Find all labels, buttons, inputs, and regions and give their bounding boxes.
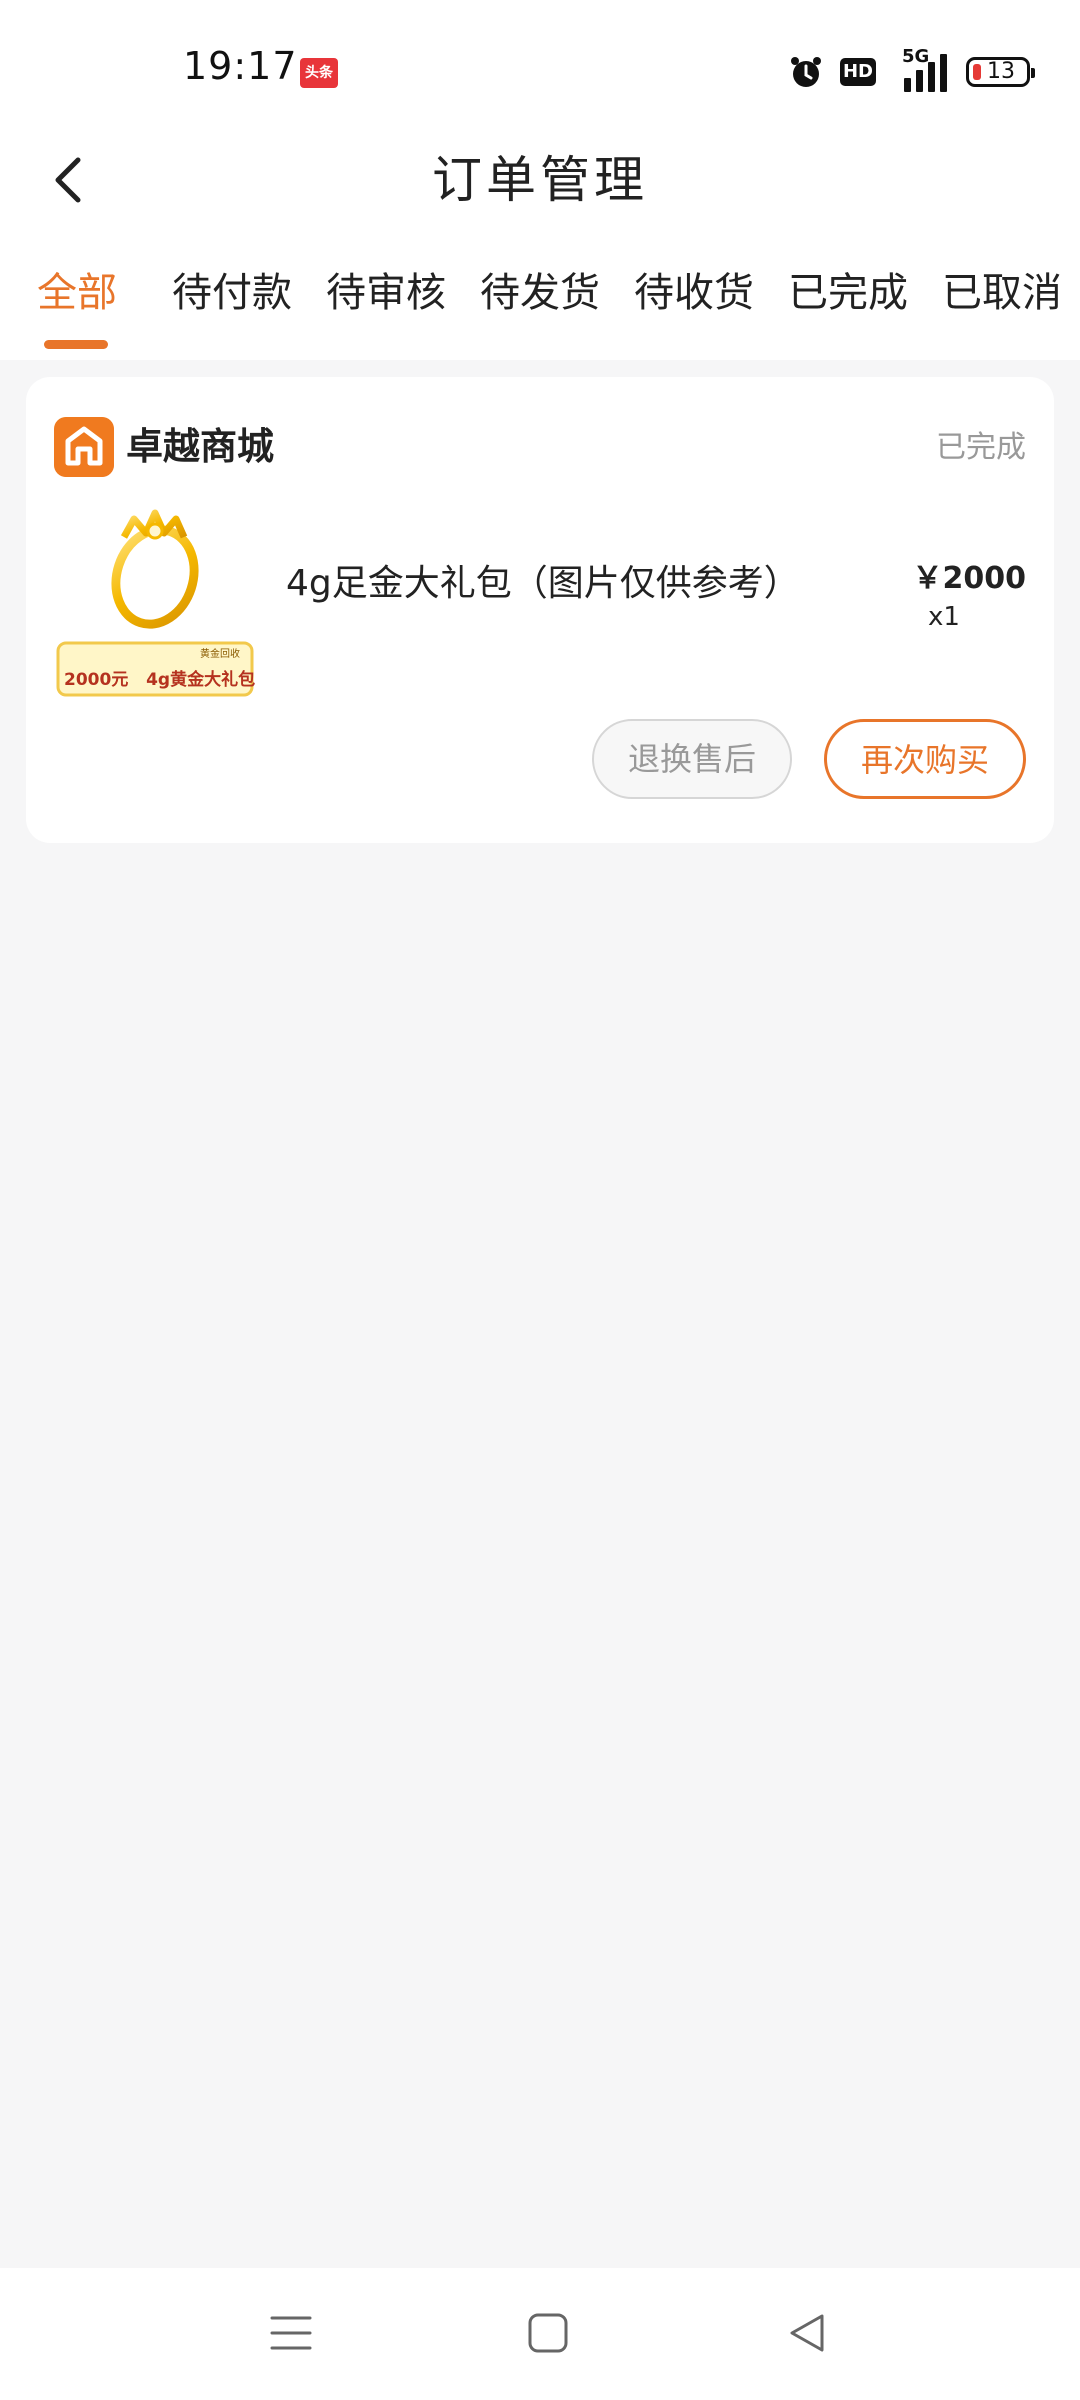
return-aftersale-button[interactable]: 退换售后 bbox=[592, 719, 792, 799]
tab-completed[interactable]: 已完成 bbox=[788, 258, 908, 328]
order-status: 已完成 bbox=[936, 430, 1026, 465]
battery-level: 13 bbox=[987, 59, 1015, 84]
thumb-caption: 2000元 4g黄金大礼包 bbox=[64, 670, 256, 690]
status-time: 19:17 bbox=[183, 44, 298, 88]
tab-pending-payment[interactable]: 待付款 bbox=[172, 258, 292, 328]
tab-all[interactable]: 全部 bbox=[37, 258, 117, 328]
back-nav-icon[interactable] bbox=[786, 2312, 828, 2354]
shop-name[interactable]: 卓越商城 bbox=[126, 421, 274, 473]
tab-pending-receipt[interactable]: 待收货 bbox=[634, 258, 754, 328]
alarm-icon bbox=[791, 57, 821, 87]
top-area: 19:17 头条 HD 5G 13 订单管理 全部 待付款 待审核 待发货 待收… bbox=[0, 0, 1080, 360]
thumb-tag: 黄金回收 bbox=[200, 649, 240, 660]
tab-pending-shipment[interactable]: 待发货 bbox=[480, 258, 600, 328]
product-price: ￥2000 bbox=[912, 561, 1027, 596]
rebuy-button[interactable]: 再次购买 bbox=[824, 719, 1026, 799]
header: 订单管理 bbox=[0, 130, 1080, 250]
product-quantity: x1 bbox=[928, 602, 960, 632]
tab-pending-review[interactable]: 待审核 bbox=[326, 258, 446, 328]
product-name[interactable]: 4g足金大礼包（图片仅供参考） bbox=[286, 559, 800, 609]
signal-icon: 5G bbox=[892, 46, 950, 92]
active-tab-indicator bbox=[44, 340, 108, 349]
home-icon[interactable] bbox=[527, 2312, 569, 2354]
order-card[interactable]: 卓越商城 已完成 黄金回收 2000元 4g黄金大礼包 4g足金大礼包（图片仅供… bbox=[26, 377, 1054, 843]
hd-icon: HD bbox=[840, 58, 876, 86]
tab-cancelled[interactable]: 已取消 bbox=[942, 258, 1062, 328]
news-app-badge: 头条 bbox=[300, 58, 338, 88]
page-title: 订单管理 bbox=[432, 151, 648, 209]
battery-icon: 13 bbox=[966, 57, 1035, 87]
menu-icon[interactable] bbox=[270, 2312, 312, 2354]
system-nav-bar bbox=[0, 2268, 1080, 2400]
product-thumbnail[interactable]: 黄金回收 2000元 4g黄金大礼包 bbox=[54, 497, 256, 699]
shop-logo-icon bbox=[54, 417, 114, 477]
status-bar: 19:17 头条 HD 5G 13 bbox=[0, 0, 1080, 130]
network-type: 5G bbox=[902, 46, 930, 67]
order-tabs: 全部 待付款 待审核 待发货 待收货 已完成 已取消 bbox=[0, 258, 1080, 360]
status-icons: HD 5G 13 bbox=[788, 46, 1035, 94]
